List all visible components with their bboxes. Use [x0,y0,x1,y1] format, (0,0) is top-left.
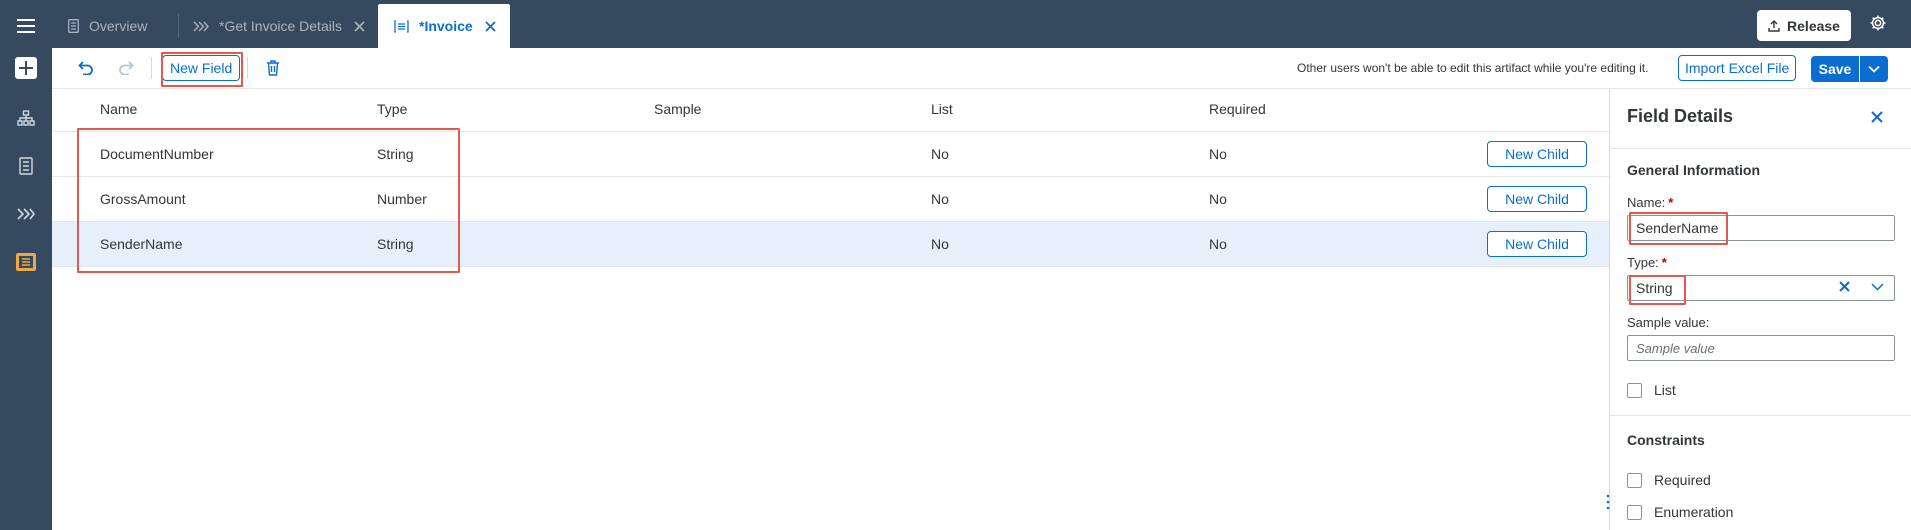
left-sidebar [0,0,52,530]
list-label: List [1654,382,1676,398]
cell-list: No [931,146,949,162]
name-label: Name: * [1627,195,1673,210]
new-child-button[interactable]: New Child [1487,141,1587,167]
list-checkbox[interactable]: List [1627,382,1676,398]
new-child-button[interactable]: New Child [1487,231,1587,257]
column-header-required[interactable]: Required [1209,101,1266,117]
tab-invoice[interactable]: *Invoice [378,4,510,48]
delete-icon[interactable] [266,48,280,88]
import-excel-button[interactable]: Import Excel File [1678,55,1797,81]
type-combobox[interactable]: String [1627,275,1895,301]
upload-icon [1768,19,1780,32]
panel-divider [1609,415,1911,416]
data-type-icon[interactable] [0,242,52,282]
column-header-type[interactable]: Type [377,101,407,117]
new-field-button[interactable]: New Field [162,55,241,81]
release-button[interactable]: Release [1757,10,1851,41]
sample-value-label: Sample value: [1627,315,1710,330]
chevrons-right-icon[interactable] [0,194,52,234]
enumeration-checkbox[interactable]: Enumeration [1627,504,1733,520]
name-label-text: Name: [1627,195,1666,210]
table-row-selected[interactable] [52,222,1609,267]
required-label: Required [1654,472,1711,488]
panel-divider [1609,148,1911,149]
tab-get-invoice-details[interactable]: *Get Invoice Details [193,4,383,48]
chevron-down-icon[interactable] [1871,283,1884,291]
type-label-text: Type: [1627,255,1659,270]
document-icon[interactable] [0,146,52,186]
tab-divider [178,14,179,38]
field-details-panel [1609,89,1911,530]
cell-name: DocumentNumber [100,146,214,162]
checkbox-box[interactable] [1627,382,1642,398]
tab-overview[interactable]: Overview [68,4,178,48]
tab-label: *Invoice [419,18,473,34]
toolbar-divider [247,57,248,79]
column-header-name[interactable]: Name [100,101,137,117]
toolbar-divider [151,57,152,79]
panel-resize-handle[interactable] [1606,494,1610,513]
column-header-sample[interactable]: Sample [654,101,701,117]
chevron-down-icon [1868,65,1880,73]
menu-icon[interactable] [0,6,52,46]
save-options-button[interactable] [1859,56,1888,82]
table-row[interactable] [52,177,1609,222]
clear-icon[interactable] [1839,281,1850,292]
create-icon[interactable] [0,48,52,88]
panel-title: Field Details [1627,106,1734,126]
cell-required: No [1209,236,1227,252]
cell-type: String [377,146,414,162]
name-input[interactable]: SenderName [1627,215,1895,241]
gear-icon[interactable] [1869,14,1887,35]
undo-icon[interactable] [78,48,94,88]
required-marker: * [1668,195,1674,210]
release-label: Release [1787,17,1840,34]
chevrons-right-icon [193,21,209,32]
table-row[interactable] [52,132,1609,177]
close-icon[interactable] [485,20,496,32]
new-child-button[interactable]: New Child [1487,186,1587,212]
cell-list: No [931,236,949,252]
edit-lock-notice: Other users won't be able to edit this a… [1297,61,1649,75]
sample-value-input[interactable]: Sample value [1627,335,1895,361]
save-split-button: Save [1811,56,1888,82]
close-icon[interactable] [354,20,365,32]
tab-label: Overview [89,18,148,34]
close-icon[interactable] [1871,110,1883,126]
cell-required: No [1209,146,1227,162]
cell-name: GrossAmount [100,191,186,207]
checkbox-box[interactable] [1627,504,1642,520]
document-icon [68,19,79,33]
type-label: Type: * [1627,255,1667,270]
column-header-list[interactable]: List [931,101,953,117]
enumeration-label: Enumeration [1654,504,1734,520]
table-header [52,89,1609,132]
cell-required: No [1209,191,1227,207]
general-info-title: General Information [1627,162,1761,178]
cell-list: No [931,191,949,207]
checkbox-box[interactable] [1627,472,1642,488]
constraints-title: Constraints [1627,432,1705,448]
required-checkbox[interactable]: Required [1627,472,1711,488]
save-button[interactable]: Save [1811,56,1859,82]
cell-type: String [377,236,414,252]
list-icon [394,19,409,33]
cell-name: SenderName [100,236,183,252]
tab-label: *Get Invoice Details [219,18,342,34]
hierarchy-icon[interactable] [0,98,52,138]
redo-icon[interactable] [118,48,134,88]
required-marker: * [1661,255,1667,270]
cell-type: Number [377,191,427,207]
